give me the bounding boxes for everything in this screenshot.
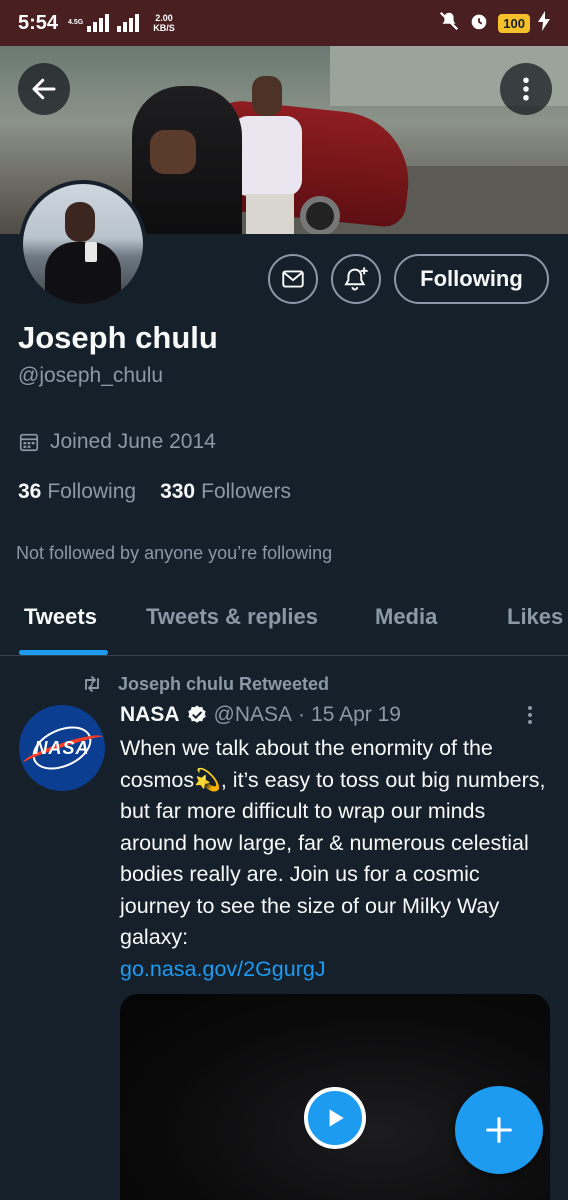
avatar-head xyxy=(65,202,95,242)
avatar-body xyxy=(45,242,121,304)
arrow-left-icon xyxy=(32,78,56,100)
status-time: 5:54 xyxy=(18,11,59,34)
followers-label: Followers xyxy=(201,480,291,503)
retweet-context[interactable]: Joseph chulu Retweeted xyxy=(80,672,329,696)
tweet-author-handle[interactable]: @NASA xyxy=(214,703,293,727)
tweet-more-icon[interactable] xyxy=(528,706,532,724)
status-bar: 5:54 4.5G 2.00 KB/S 100 xyxy=(0,0,568,46)
following-count: 36 xyxy=(18,480,42,503)
mail-icon xyxy=(282,270,304,288)
back-button[interactable] xyxy=(18,63,70,115)
tab-media[interactable]: Media xyxy=(375,604,437,630)
follow-stats: 36 Following 330 Followers xyxy=(18,480,291,504)
following-stat[interactable]: 36 Following xyxy=(18,480,136,504)
joined-text: Joined June 2014 xyxy=(50,430,216,453)
network-type-label: 4.5G xyxy=(68,19,84,26)
retweet-icon xyxy=(85,676,99,692)
banner-person-head xyxy=(252,76,282,116)
followers-count: 330 xyxy=(160,480,196,503)
banner-person-standing xyxy=(232,116,302,196)
following-label: Following xyxy=(47,480,137,503)
user-handle: @joseph_chulu xyxy=(18,364,164,387)
banner-person-legs xyxy=(246,194,294,234)
profile-tabs: Tweets Tweets & replies Media Likes xyxy=(0,590,568,656)
speed-value: 2.00 xyxy=(155,13,173,23)
following-button[interactable]: Following xyxy=(394,254,549,304)
mute-icon xyxy=(438,10,460,37)
tweet-header: NASA @NASA · 15 Apr 19 xyxy=(120,703,401,727)
tweet-link[interactable]: go.nasa.gov/2GgurgJ xyxy=(120,957,326,981)
verified-badge-icon xyxy=(187,705,206,723)
compose-tweet-button[interactable] xyxy=(455,1086,543,1174)
plus-icon xyxy=(486,1117,512,1143)
tweet-separator: · xyxy=(298,703,306,726)
banner-masked-face xyxy=(150,130,196,174)
play-icon xyxy=(329,1109,344,1127)
alarm-icon xyxy=(468,10,490,37)
display-name: Joseph chulu xyxy=(18,320,218,355)
tweet-date[interactable]: 15 Apr 19 xyxy=(311,703,401,727)
play-button[interactable] xyxy=(304,1087,366,1149)
more-options-button[interactable] xyxy=(500,63,552,115)
charging-icon xyxy=(538,10,550,36)
tab-likes[interactable]: Likes xyxy=(507,604,563,630)
bell-plus-icon xyxy=(344,267,368,291)
tweet-text: When we talk about the enormity of the c… xyxy=(120,736,546,949)
tweet-author-name[interactable]: NASA xyxy=(120,703,180,727)
tab-tweets[interactable]: Tweets xyxy=(24,604,97,630)
status-icons: 100 xyxy=(438,10,550,37)
network-speed: 2.00 KB/S xyxy=(153,13,175,33)
joined-date: Joined June 2014 xyxy=(18,430,216,454)
tab-tweets-replies[interactable]: Tweets & replies xyxy=(146,604,318,630)
mutual-followers-note: Not followed by anyone you’re following xyxy=(16,543,333,563)
signal-icon-2 xyxy=(117,14,140,32)
profile-avatar[interactable] xyxy=(19,180,147,308)
message-button[interactable] xyxy=(268,254,318,304)
retweet-label: Joseph chulu Retweeted xyxy=(118,673,330,694)
battery-icon: 100 xyxy=(498,13,530,33)
followers-stat[interactable]: 330 Followers xyxy=(160,480,291,504)
nasa-avatar[interactable]: NASA xyxy=(19,705,105,791)
tweet-body: When we talk about the enormity of the c… xyxy=(120,733,550,985)
notifications-button[interactable] xyxy=(331,254,381,304)
more-vertical-icon xyxy=(523,77,529,101)
banner-wheel xyxy=(300,196,340,234)
speed-unit: KB/S xyxy=(153,23,175,33)
calendar-icon xyxy=(19,433,39,452)
signal-icon xyxy=(87,14,110,32)
active-tab-indicator xyxy=(19,650,108,655)
avatar-phone xyxy=(85,242,97,262)
nasa-logo-text: NASA xyxy=(34,737,90,758)
